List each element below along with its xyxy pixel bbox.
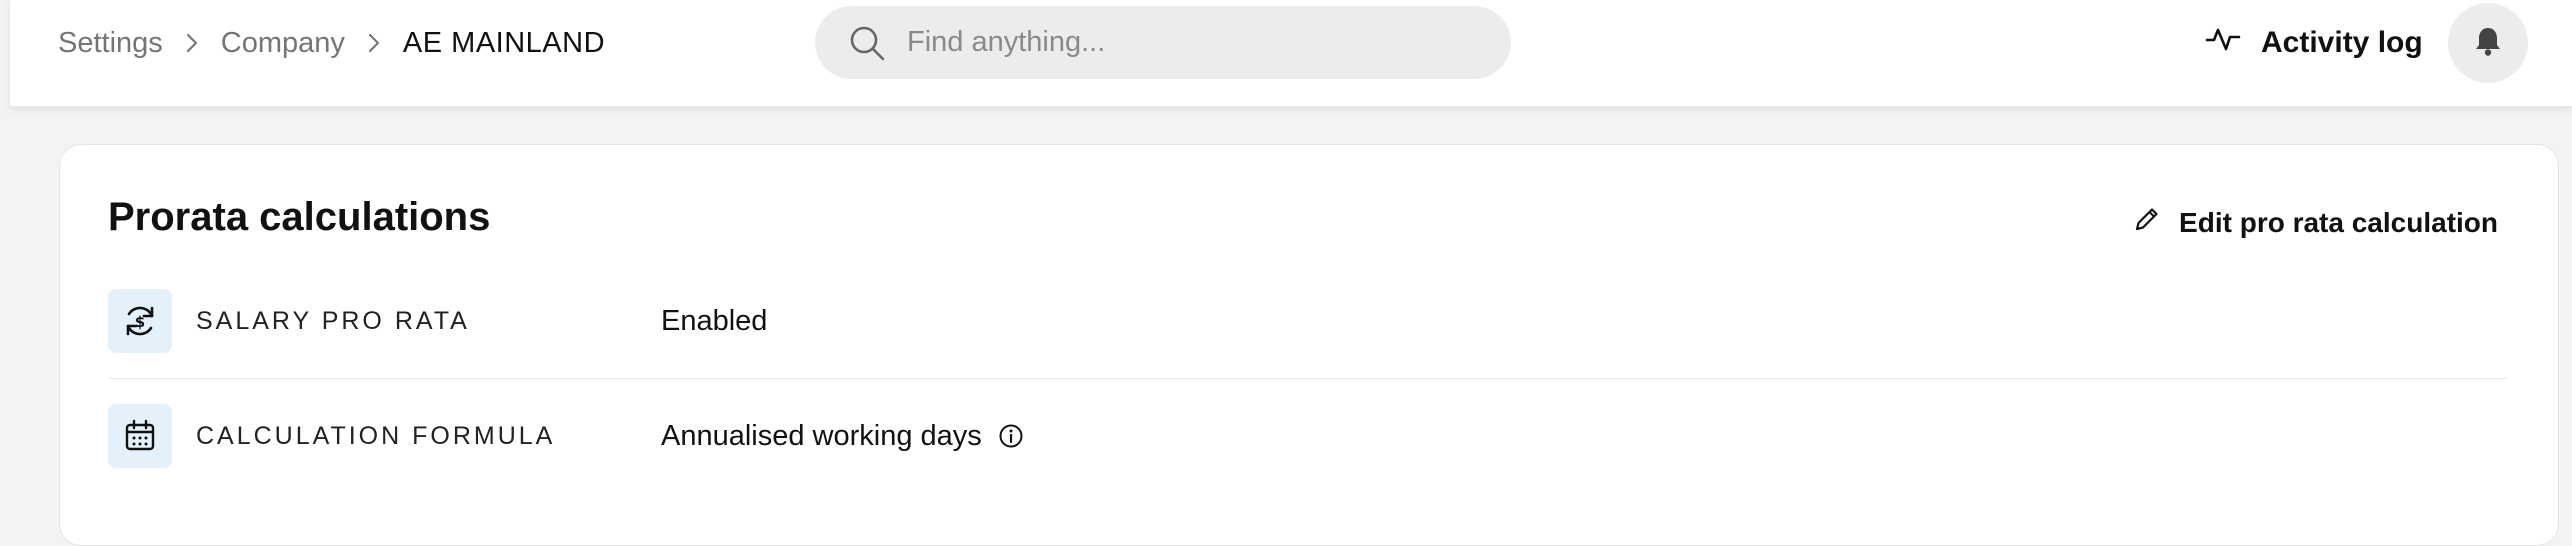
activity-log-label: Activity log [2261, 26, 2423, 59]
edit-pro-rata-button[interactable]: Edit pro rata calculation [2133, 205, 2498, 240]
search-icon [847, 23, 887, 63]
calculation-formula-row: CALCULATION FORMULA Annualised working d… [108, 404, 2508, 468]
calculation-formula-value: Annualised working days [661, 419, 982, 452]
search-bar[interactable] [815, 6, 1511, 79]
breadcrumb: Settings Company AE MAINLAND [58, 22, 605, 64]
pencil-icon [2133, 205, 2179, 240]
chevron-right-icon [367, 32, 381, 54]
card-title: Prorata calculations [108, 195, 491, 239]
search-input[interactable] [905, 25, 1469, 60]
breadcrumb-item-company[interactable]: Company [221, 27, 345, 60]
notifications-button[interactable] [2448, 3, 2528, 83]
info-icon[interactable] [998, 423, 1024, 449]
breadcrumb-item-settings[interactable]: Settings [58, 27, 163, 60]
activity-log-button[interactable]: Activity log [2205, 20, 2423, 66]
salary-pro-rata-value: Enabled [661, 304, 768, 337]
breadcrumb-current: AE MAINLAND [402, 26, 606, 59]
bell-icon [2473, 25, 2503, 62]
salary-pro-rata-row: $ SALARY PRO RATA Enabled [108, 289, 2508, 353]
chevron-right-icon [185, 32, 199, 54]
currency-cycle-icon: $ [108, 289, 172, 353]
svg-text:$: $ [135, 313, 145, 331]
edit-pro-rata-label: Edit pro rata calculation [2179, 206, 2498, 238]
calendar-icon [108, 404, 172, 468]
calculation-formula-label: CALCULATION FORMULA [196, 421, 556, 450]
prorata-card: Prorata calculations Edit pro rata calcu… [59, 144, 2559, 546]
salary-pro-rata-label: SALARY PRO RATA [196, 306, 470, 335]
row-divider [108, 378, 2508, 379]
calculation-formula-value-wrap: Annualised working days [661, 420, 1024, 453]
activity-pulse-icon [2205, 24, 2261, 62]
top-bar: Settings Company AE MAINLAND Activity lo… [10, 0, 2572, 107]
